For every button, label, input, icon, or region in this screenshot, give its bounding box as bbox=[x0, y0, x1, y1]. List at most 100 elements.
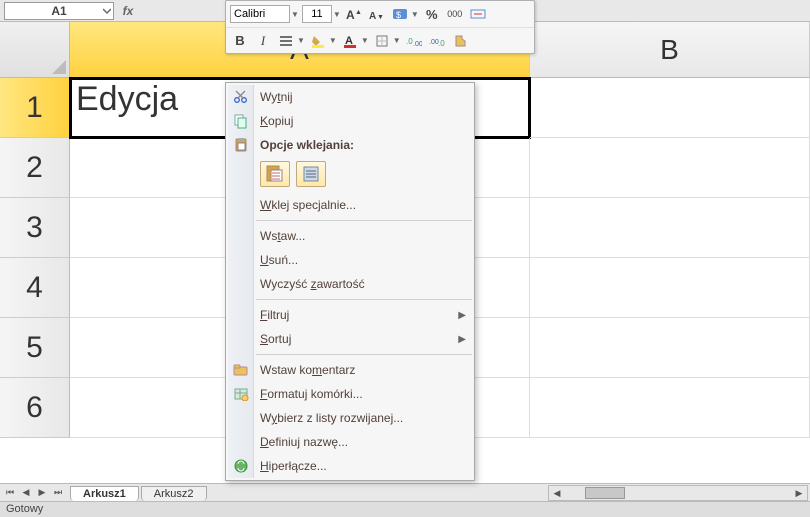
format-painter-button[interactable] bbox=[450, 31, 470, 51]
menu-label: Wybierz z listy rozwijanej... bbox=[260, 411, 466, 425]
mini-toolbar: ▼ ▼ A▲ A▼ $ ▼ % 000 B I ▼ ▼ A ▼ bbox=[225, 0, 535, 54]
menu-insert[interactable]: Wstaw... bbox=[226, 224, 474, 248]
menu-hyperlink[interactable]: Hiperłącze... bbox=[226, 454, 474, 478]
chevron-down-icon[interactable]: ▼ bbox=[333, 10, 341, 19]
sheet-tab-arkusz1[interactable]: Arkusz1 bbox=[70, 486, 139, 501]
name-box-value: A1 bbox=[51, 4, 66, 18]
menu-clear-contents[interactable]: Wyczyść zawartość bbox=[226, 272, 474, 296]
row-header-1[interactable]: 1 bbox=[0, 78, 70, 138]
menu-pick-from-list[interactable]: Wybierz z listy rozwijanej... bbox=[226, 406, 474, 430]
row-headers: 1 2 3 4 5 6 bbox=[0, 78, 70, 438]
svg-text:.00: .00 bbox=[413, 41, 422, 47]
chevron-down-icon[interactable]: ▼ bbox=[329, 36, 337, 45]
menu-delete[interactable]: Usuń... bbox=[226, 248, 474, 272]
folder-comment-icon bbox=[228, 360, 254, 380]
menu-sort[interactable]: Sortuj ▶ bbox=[226, 327, 474, 351]
tab-nav-last[interactable]: ⏭ bbox=[50, 486, 66, 500]
chevron-down-icon[interactable]: ▼ bbox=[361, 36, 369, 45]
font-size-input[interactable] bbox=[302, 5, 332, 23]
paste-option-all[interactable] bbox=[260, 161, 290, 187]
comma-style-button[interactable]: 000 bbox=[445, 4, 465, 24]
clipboard-icon bbox=[228, 135, 254, 155]
menu-paste-options-header: Opcje wklejania: bbox=[226, 133, 474, 157]
format-cells-icon bbox=[228, 384, 254, 404]
menu-label: Wytnij bbox=[260, 90, 466, 104]
row-header-3[interactable]: 3 bbox=[0, 198, 70, 258]
row-header-2[interactable]: 2 bbox=[0, 138, 70, 198]
menu-define-name[interactable]: Definiuj nazwę... bbox=[226, 430, 474, 454]
menu-label: Usuń... bbox=[260, 253, 466, 267]
chevron-down-icon[interactable]: ▼ bbox=[393, 36, 401, 45]
select-all-corner[interactable] bbox=[0, 22, 70, 78]
paste-option-values[interactable] bbox=[296, 161, 326, 187]
svg-text:A: A bbox=[369, 11, 376, 21]
column-header-b[interactable]: B bbox=[530, 22, 810, 78]
cell[interactable] bbox=[530, 318, 810, 378]
menu-label: Filtruj bbox=[260, 308, 458, 322]
copy-icon bbox=[228, 111, 254, 131]
shrink-font-button[interactable]: A▼ bbox=[367, 4, 387, 24]
align-button[interactable] bbox=[276, 31, 296, 51]
scroll-right-icon[interactable]: ▶ bbox=[791, 488, 807, 499]
submenu-arrow-icon: ▶ bbox=[458, 310, 466, 321]
fx-icon[interactable]: fx bbox=[120, 3, 136, 19]
scissors-icon bbox=[228, 87, 254, 107]
status-text: Gotowy bbox=[6, 503, 43, 515]
submenu-arrow-icon: ▶ bbox=[458, 334, 466, 345]
chevron-down-icon[interactable]: ▼ bbox=[411, 10, 419, 19]
sheet-tab-arkusz2[interactable]: Arkusz2 bbox=[141, 486, 207, 501]
currency-button[interactable]: $ bbox=[390, 4, 410, 24]
tab-nav-next[interactable]: ▶ bbox=[34, 486, 50, 500]
menu-filter[interactable]: Filtruj ▶ bbox=[226, 303, 474, 327]
row-header-5[interactable]: 5 bbox=[0, 318, 70, 378]
row-header-6[interactable]: 6 bbox=[0, 378, 70, 438]
svg-text:A: A bbox=[346, 8, 355, 21]
menu-cut[interactable]: Wytnij bbox=[226, 85, 474, 109]
scroll-thumb[interactable] bbox=[585, 487, 625, 499]
decrease-decimal-button[interactable]: .00.0 bbox=[427, 31, 447, 51]
status-bar: Gotowy bbox=[0, 501, 810, 517]
separator bbox=[256, 220, 472, 221]
menu-copy[interactable]: Kopiuj bbox=[226, 109, 474, 133]
tab-nav: ⏮ ◀ ▶ ⏭ bbox=[0, 486, 68, 500]
tab-nav-prev[interactable]: ◀ bbox=[18, 486, 34, 500]
svg-text:.0: .0 bbox=[438, 39, 445, 47]
horizontal-scrollbar[interactable]: ◀ ▶ bbox=[548, 485, 808, 501]
fill-color-button[interactable] bbox=[308, 31, 328, 51]
separator bbox=[256, 299, 472, 300]
svg-text:▼: ▼ bbox=[377, 14, 384, 21]
italic-button[interactable]: I bbox=[253, 31, 273, 51]
chevron-down-icon[interactable]: ▼ bbox=[297, 36, 305, 45]
menu-label: Opcje wklejania: bbox=[260, 138, 466, 152]
cell[interactable] bbox=[530, 258, 810, 318]
cell[interactable] bbox=[530, 378, 810, 438]
cell-b1[interactable] bbox=[530, 78, 810, 138]
menu-insert-comment[interactable]: Wstaw komentarz bbox=[226, 358, 474, 382]
borders-button[interactable] bbox=[372, 31, 392, 51]
menu-label: Wyczyść zawartość bbox=[260, 277, 466, 291]
menu-label: Formatuj komórki... bbox=[260, 387, 466, 401]
menu-label: Wstaw komentarz bbox=[260, 363, 466, 377]
chevron-down-icon[interactable] bbox=[103, 7, 111, 15]
menu-format-cells[interactable]: Formatuj komórki... bbox=[226, 382, 474, 406]
percent-button[interactable]: % bbox=[422, 4, 442, 24]
name-box[interactable]: A1 bbox=[4, 2, 114, 20]
menu-label: Kopiuj bbox=[260, 114, 466, 128]
menu-paste-special[interactable]: Wklej specjalnie... bbox=[226, 193, 474, 217]
bold-button[interactable]: B bbox=[230, 31, 250, 51]
row-header-4[interactable]: 4 bbox=[0, 258, 70, 318]
font-name-input[interactable] bbox=[230, 5, 290, 23]
merge-button[interactable] bbox=[468, 4, 488, 24]
increase-decimal-button[interactable]: .0.00 bbox=[404, 31, 424, 51]
svg-text:▲: ▲ bbox=[355, 9, 362, 16]
grow-font-button[interactable]: A▲ bbox=[344, 4, 364, 24]
font-color-button[interactable]: A bbox=[340, 31, 360, 51]
cell[interactable] bbox=[530, 138, 810, 198]
chevron-down-icon[interactable]: ▼ bbox=[291, 10, 299, 19]
tab-nav-first[interactable]: ⏮ bbox=[2, 486, 18, 500]
menu-label: Wstaw... bbox=[260, 229, 466, 243]
separator bbox=[256, 354, 472, 355]
scroll-left-icon[interactable]: ◀ bbox=[549, 488, 565, 499]
cell[interactable] bbox=[530, 198, 810, 258]
svg-text:$: $ bbox=[396, 10, 401, 20]
